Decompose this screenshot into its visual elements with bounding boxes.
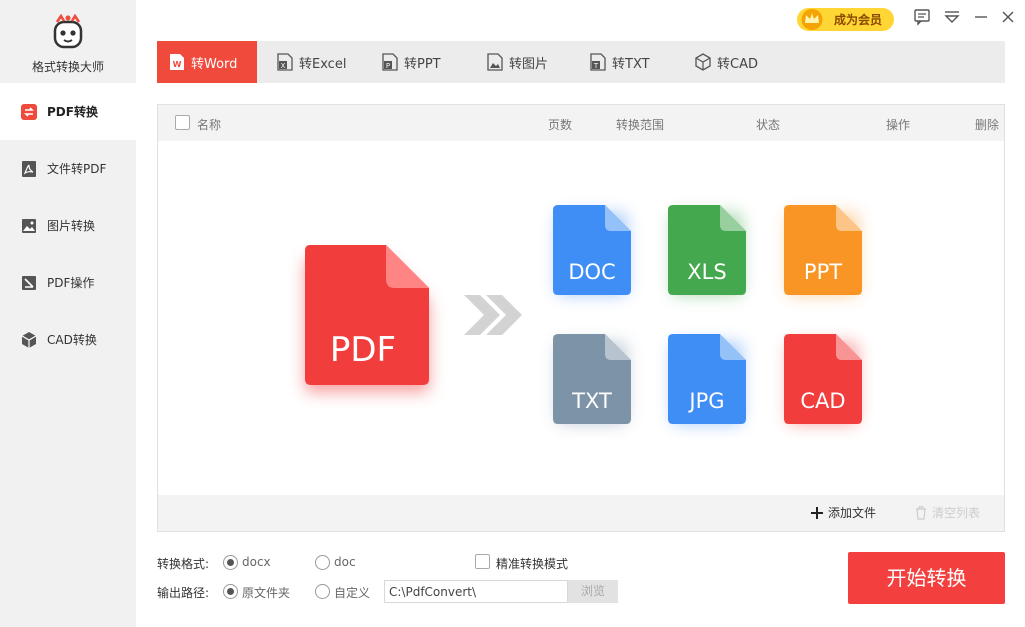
clear-list-label: 清空列表: [932, 506, 981, 520]
tab-label: 转TXT: [612, 56, 650, 72]
word-icon: W: [170, 54, 184, 70]
output-custom-label[interactable]: 自定义: [334, 584, 370, 601]
doc-file-label: DOC: [568, 260, 615, 284]
tab-to-image[interactable]: 转图片: [487, 41, 548, 83]
output-path-input[interactable]: [384, 580, 568, 603]
xls-file-label: XLS: [687, 260, 726, 284]
sidebar-item-label: 图片转换: [47, 219, 96, 233]
sidebar-item-pdf-convert[interactable]: PDF转换: [0, 83, 136, 140]
pdf-file-label: PDF: [330, 330, 396, 370]
precise-mode-checkbox[interactable]: [475, 554, 490, 569]
format-docx-radio[interactable]: [223, 555, 238, 570]
menu-dropdown-icon[interactable]: [942, 7, 962, 27]
crown-icon: [801, 9, 823, 30]
svg-text:W: W: [173, 60, 182, 69]
file-list-panel: 名称 页数 转换范围 状态 操作 删除 PDF DOC XLS PPT TXT …: [157, 104, 1005, 532]
vip-label: 成为会员: [834, 13, 883, 27]
tab-to-word[interactable]: W 转Word: [157, 41, 258, 83]
output-original-radio[interactable]: [223, 584, 238, 599]
app-window: 格式转换大师 PDF转换 文件转PDF 图片转换 PDF操作 CAD转换 成为会…: [0, 0, 1025, 627]
xls-file-icon: XLS: [668, 205, 746, 295]
tab-to-txt[interactable]: T 转TXT: [590, 41, 650, 83]
txt-icon: T: [590, 53, 606, 71]
acrobat-icon: [22, 160, 36, 177]
jpg-file-icon: JPG: [668, 334, 746, 424]
format-label: 转换格式:: [157, 557, 210, 571]
plus-icon: [811, 506, 823, 519]
pdf-convert-icon: [21, 103, 37, 120]
tab-to-excel[interactable]: X 转Excel: [277, 41, 346, 83]
picture-icon: [487, 53, 503, 71]
add-file-button[interactable]: 添加文件: [810, 504, 876, 521]
format-tabbar: W 转Word X 转Excel P 转PPT 转图片 T 转TXT 转CAD: [157, 41, 1005, 83]
output-label: 输出路径:: [157, 586, 210, 600]
tab-to-cad[interactable]: 转CAD: [695, 41, 758, 83]
tab-label: 转图片: [509, 56, 549, 72]
ppt-icon: P: [382, 53, 398, 71]
cad-file-label: CAD: [800, 389, 845, 413]
tab-label: 转CAD: [717, 56, 758, 72]
app-logo: 格式转换大师: [0, 8, 136, 84]
sidebar-item-image-convert[interactable]: 图片转换: [0, 197, 136, 254]
close-icon[interactable]: [998, 7, 1018, 27]
ppt-file-icon: PPT: [784, 205, 862, 295]
output-original-label[interactable]: 原文件夹: [242, 584, 290, 601]
minimize-icon[interactable]: [971, 7, 991, 27]
robot-logo-icon: [53, 14, 83, 49]
svg-text:T: T: [593, 62, 599, 70]
start-convert-button[interactable]: 开始转换: [848, 552, 1005, 604]
sidebar: 格式转换大师 PDF转换 文件转PDF 图片转换 PDF操作 CAD转换: [0, 0, 136, 627]
format-doc-radio[interactable]: [315, 555, 330, 570]
sidebar-item-cad-convert[interactable]: CAD转换: [0, 311, 136, 368]
message-icon[interactable]: [912, 7, 932, 27]
trash-icon: [916, 505, 926, 520]
cad-icon: [695, 53, 711, 71]
pdf-file-icon: PDF: [305, 245, 429, 392]
txt-file-label: TXT: [571, 389, 612, 413]
output-custom-radio[interactable]: [315, 584, 330, 599]
add-file-label: 添加文件: [828, 506, 877, 520]
pdf-edit-icon: [22, 275, 36, 290]
format-docx-label[interactable]: docx: [242, 555, 271, 569]
cad-file-icon: CAD: [784, 334, 862, 424]
cube-icon: [21, 331, 37, 348]
jpg-file-label: JPG: [687, 389, 724, 413]
sidebar-item-label: CAD转换: [47, 333, 97, 347]
doc-file-icon: DOC: [553, 205, 631, 295]
tab-to-ppt[interactable]: P 转PPT: [382, 41, 441, 83]
sidebar-item-label: 文件转PDF: [47, 162, 107, 176]
sidebar-item-label: PDF转换: [47, 105, 98, 119]
tab-label: 转Word: [191, 56, 238, 72]
format-doc-label[interactable]: doc: [334, 555, 356, 569]
double-chevron-icon: [464, 295, 522, 335]
sidebar-item-pdf-operations[interactable]: PDF操作: [0, 254, 136, 311]
vip-button[interactable]: 成为会员: [797, 8, 894, 31]
sidebar-item-file-to-pdf[interactable]: 文件转PDF: [0, 140, 136, 197]
tab-label: 转PPT: [404, 56, 441, 72]
ppt-file-label: PPT: [804, 260, 842, 284]
svg-text:P: P: [386, 62, 390, 70]
app-name: 格式转换大师: [31, 60, 104, 74]
browse-button[interactable]: 浏览: [568, 580, 618, 603]
sidebar-item-label: PDF操作: [47, 276, 95, 290]
excel-icon: X: [277, 53, 293, 71]
precise-mode-label[interactable]: 精准转换模式: [496, 555, 568, 572]
txt-file-icon: TXT: [553, 334, 631, 424]
file-list-footer: 添加文件 清空列表: [158, 495, 1004, 531]
conversion-illustration: PDF DOC XLS PPT TXT JPG CAD: [305, 205, 862, 424]
image-icon: [22, 218, 36, 233]
svg-text:X: X: [281, 62, 286, 70]
tab-label: 转Excel: [299, 56, 347, 72]
clear-list-button[interactable]: 清空列表: [914, 504, 980, 521]
